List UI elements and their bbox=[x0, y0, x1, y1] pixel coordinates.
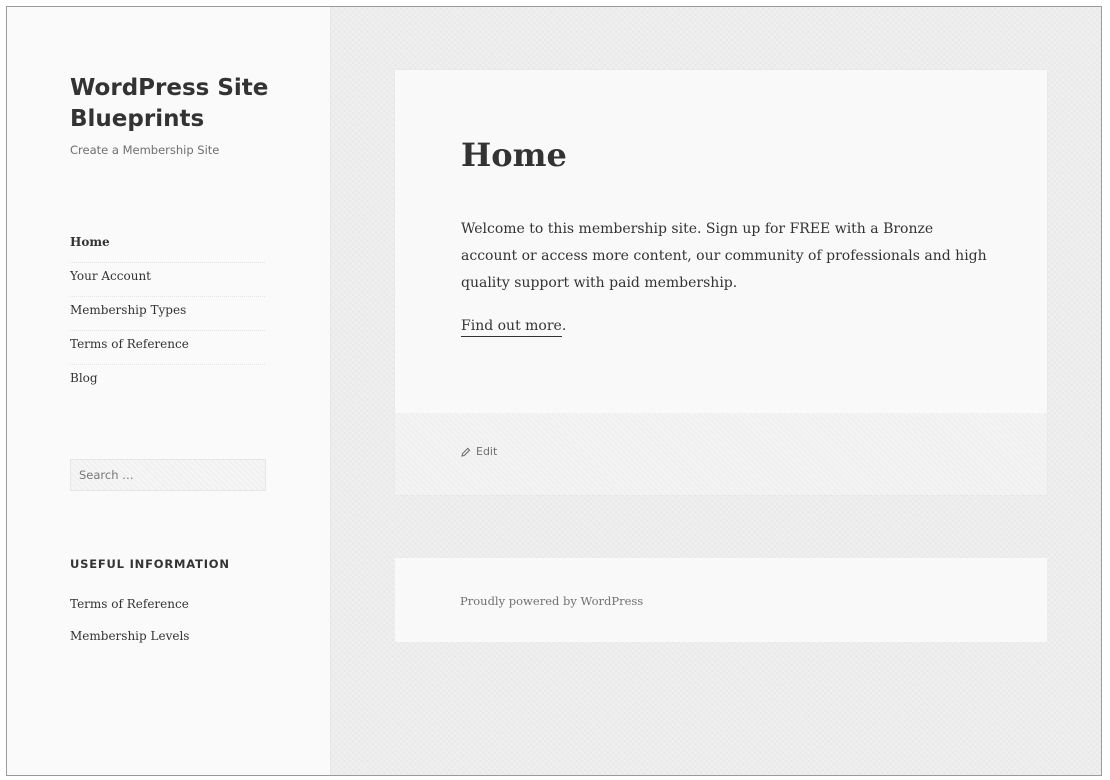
page-title: Home bbox=[461, 136, 567, 174]
useful-information-list: Terms of Reference Membership Levels bbox=[70, 591, 189, 655]
site-footer: Proudly powered by WordPress bbox=[395, 558, 1047, 642]
site-description: Create a Membership Site bbox=[70, 143, 220, 157]
pencil-icon bbox=[461, 447, 471, 457]
find-out-more-paragraph: Find out more. bbox=[461, 318, 567, 337]
widget-title: USEFUL INFORMATION bbox=[70, 557, 230, 571]
nav-item-your-account[interactable]: Your Account bbox=[70, 263, 265, 297]
entry-footer: Edit bbox=[395, 413, 1047, 495]
widget-link-terms-of-reference[interactable]: Terms of Reference bbox=[70, 591, 189, 623]
main-navigation: Home Your Account Membership Types Terms… bbox=[70, 229, 265, 399]
browser-viewport: WordPress Site Blueprints Create a Membe… bbox=[6, 6, 1102, 776]
nav-item-membership-types[interactable]: Membership Types bbox=[70, 297, 265, 331]
link-suffix: . bbox=[561, 318, 567, 334]
widget-link-membership-levels[interactable]: Membership Levels bbox=[70, 623, 189, 655]
site-title[interactable]: WordPress Site Blueprints bbox=[70, 73, 300, 135]
edit-label: Edit bbox=[476, 445, 498, 458]
nav-item-home[interactable]: Home bbox=[70, 229, 265, 263]
article-body: Welcome to this membership site. Sign up… bbox=[461, 221, 987, 291]
nav-item-terms-of-reference[interactable]: Terms of Reference bbox=[70, 331, 265, 365]
page-article: Home Welcome to this membership site. Si… bbox=[395, 70, 1047, 495]
find-out-more-link[interactable]: Find out more bbox=[461, 318, 562, 337]
powered-by-link[interactable]: Proudly powered by WordPress bbox=[460, 594, 643, 608]
edit-link[interactable]: Edit bbox=[461, 445, 497, 458]
sidebar: WordPress Site Blueprints Create a Membe… bbox=[7, 7, 331, 775]
search-input[interactable]: Search … bbox=[70, 459, 266, 491]
nav-item-blog[interactable]: Blog bbox=[70, 365, 265, 399]
